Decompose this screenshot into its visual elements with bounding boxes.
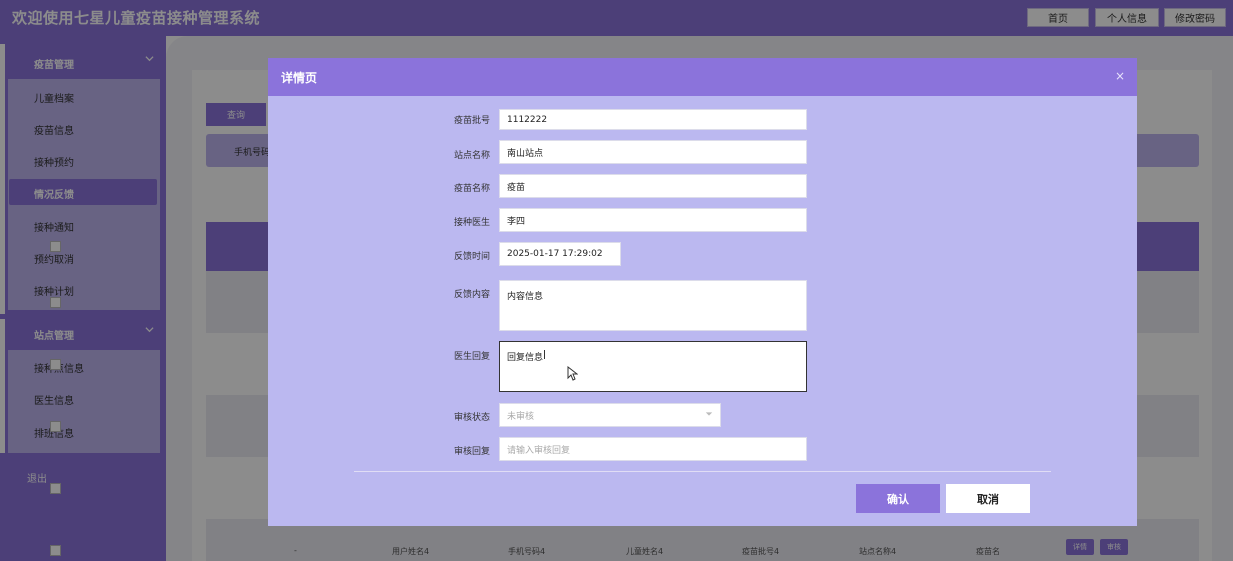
status-select[interactable]: 未审核 — [499, 403, 721, 427]
detail-dialog: 详情页 × 疫苗批号 1112222 站点名称 南山站点 疫苗名称 疫苗 接种医… — [268, 58, 1137, 526]
dialog-title: 详情页 — [281, 71, 318, 85]
chevron-down-icon — [705, 410, 713, 420]
cancel-button[interactable]: 取消 — [946, 484, 1030, 513]
confirm-button[interactable]: 确认 — [856, 484, 940, 513]
content-label: 反馈内容 — [453, 290, 490, 300]
doctor-label: 接种医生 — [453, 218, 490, 228]
content-textarea[interactable]: 内容信息 — [499, 280, 807, 331]
mouse-cursor-icon — [567, 365, 579, 385]
review-reply-input[interactable]: 请输入审核回复 — [499, 437, 807, 461]
reply-label: 医生回复 — [453, 352, 490, 362]
dialog-divider — [354, 471, 1051, 472]
batch-field[interactable]: 1112222 — [499, 109, 807, 130]
reply-textarea[interactable]: 回复信息 — [499, 341, 807, 392]
close-icon[interactable]: × — [1115, 69, 1125, 83]
dialog-header: 详情页 × — [268, 58, 1137, 96]
time-field[interactable]: 2025-01-17 17:29:02 — [499, 242, 621, 266]
vaccine-field[interactable]: 疫苗 — [499, 174, 807, 198]
site-field[interactable]: 南山站点 — [499, 140, 807, 164]
batch-label: 疫苗批号 — [453, 116, 490, 126]
site-label: 站点名称 — [453, 151, 490, 161]
reply-text: 回复信息 — [507, 353, 544, 363]
status-placeholder: 未审核 — [507, 411, 535, 422]
status-label: 审核状态 — [453, 413, 490, 423]
review-label: 审核回复 — [453, 447, 490, 457]
doctor-field[interactable]: 李四 — [499, 208, 807, 232]
text-caret — [544, 350, 546, 359]
time-label: 反馈时间 — [453, 252, 490, 262]
vaccine-label: 疫苗名称 — [453, 184, 490, 194]
